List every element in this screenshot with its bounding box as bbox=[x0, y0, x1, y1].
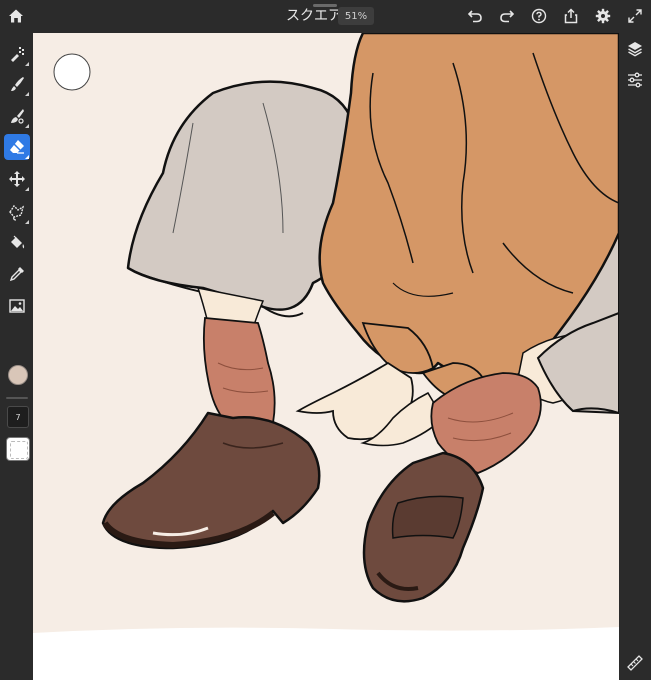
eraser-icon bbox=[10, 140, 24, 154]
brush-size-control[interactable]: 7 bbox=[7, 406, 29, 428]
redo-icon[interactable] bbox=[498, 7, 516, 25]
image-icon bbox=[9, 299, 25, 313]
divider bbox=[6, 397, 28, 399]
fill-tool[interactable] bbox=[4, 230, 30, 256]
ruler-icon[interactable] bbox=[625, 653, 645, 673]
zoom-level[interactable]: 51% bbox=[338, 7, 374, 25]
pixel-brush-icon bbox=[11, 47, 24, 62]
brush-cursor bbox=[53, 53, 91, 91]
vector-brush-icon bbox=[11, 109, 24, 124]
home-icon[interactable] bbox=[6, 6, 26, 26]
document-title[interactable]: スクエア bbox=[286, 7, 342, 25]
fill-bucket-icon bbox=[11, 235, 25, 249]
artwork-illustration bbox=[33, 33, 619, 680]
transform-tool[interactable] bbox=[4, 166, 30, 192]
eyedropper-tool[interactable] bbox=[4, 261, 30, 287]
lasso-icon bbox=[9, 204, 25, 221]
share-icon[interactable] bbox=[562, 7, 580, 25]
live-brush-tool[interactable] bbox=[4, 71, 30, 97]
top-toolbar: スクエア 51% bbox=[0, 0, 651, 33]
image-tool[interactable] bbox=[4, 293, 30, 319]
tool-sidebar: 7 bbox=[0, 33, 33, 680]
eyedropper-icon bbox=[9, 267, 24, 282]
drawing-canvas[interactable] bbox=[33, 33, 619, 680]
gear-icon[interactable] bbox=[594, 7, 612, 25]
expand-icon[interactable] bbox=[626, 7, 644, 25]
move-icon bbox=[9, 171, 25, 187]
pixel-brush-tool[interactable] bbox=[4, 41, 30, 67]
sliders-icon[interactable] bbox=[625, 70, 645, 90]
eraser-tool[interactable] bbox=[4, 134, 30, 160]
lasso-tool[interactable] bbox=[4, 199, 30, 225]
brush-opacity-control[interactable] bbox=[6, 437, 30, 461]
layers-icon[interactable] bbox=[625, 39, 645, 59]
live-brush-icon bbox=[11, 77, 24, 91]
help-icon[interactable] bbox=[530, 7, 548, 25]
right-sidebar bbox=[619, 33, 651, 680]
vector-brush-tool[interactable] bbox=[4, 103, 30, 129]
color-picker-swatch[interactable] bbox=[8, 365, 28, 385]
undo-icon[interactable] bbox=[466, 7, 484, 25]
